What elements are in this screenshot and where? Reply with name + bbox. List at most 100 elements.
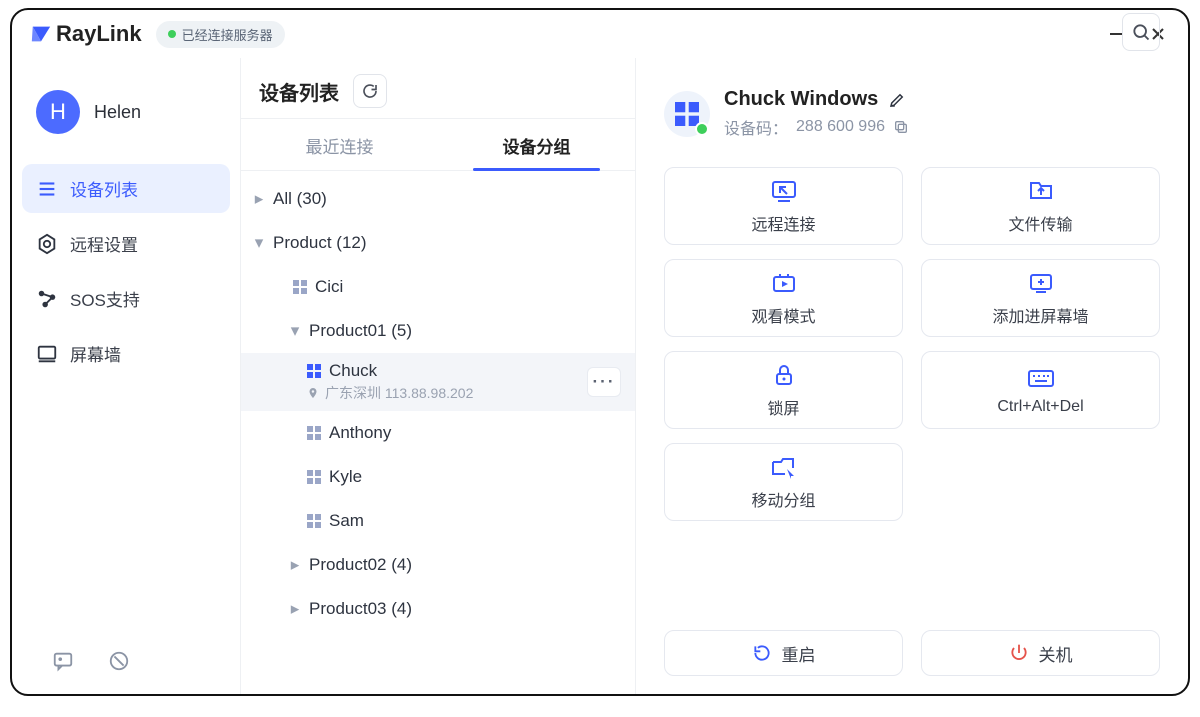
action-label: 观看模式	[751, 303, 815, 327]
tab-recent[interactable]: 最近连接	[241, 119, 438, 170]
windows-icon	[293, 280, 307, 294]
device-list-tabs: 最近连接 设备分组	[241, 119, 635, 171]
move-group-icon	[769, 454, 799, 480]
action-label: 锁屏	[767, 395, 799, 419]
device-list-panel: 设备列表 最近连接 设备分组 ▸ All (30) ▾ Product (	[240, 58, 636, 694]
list-icon	[36, 178, 58, 200]
gear-icon	[36, 233, 58, 255]
feedback-button[interactable]	[52, 650, 74, 672]
tree-group-product03[interactable]: ▸ Product03 (4)	[241, 587, 635, 631]
sidebar-item-label: SOS支持	[70, 286, 140, 311]
tree-label: Product (12)	[273, 233, 367, 253]
status-dot-icon	[168, 30, 176, 38]
tree-label: All (30)	[273, 189, 327, 209]
connection-status-pill: 已经连接服务器	[156, 21, 285, 48]
tree-label: Product01 (5)	[309, 321, 412, 341]
add-screenwall-icon	[1027, 270, 1055, 296]
sidebar-nav: 设备列表 远程设置 SOS支持	[22, 164, 230, 378]
chevron-down-icon: ▾	[287, 321, 303, 341]
tree-label: Product03 (4)	[309, 599, 412, 619]
tree-group-product[interactable]: ▾ Product (12)	[241, 221, 635, 265]
user-profile[interactable]: H Helen	[22, 68, 230, 154]
sidebar-item-label: 设备列表	[70, 176, 138, 201]
actions-row-2: 移动分组	[664, 443, 1160, 521]
tree-label: Product02 (4)	[309, 555, 412, 575]
action-add-to-screenwall[interactable]: 添加进屏幕墙	[921, 259, 1160, 337]
shutdown-label: 关机	[1039, 641, 1073, 666]
device-item-sam[interactable]: Sam	[241, 499, 635, 543]
chevron-down-icon: ▾	[251, 233, 267, 253]
device-id-label: 设备码：	[724, 115, 788, 139]
device-item-chuck[interactable]: Chuck 广东深圳 113.88.98.202 ···	[241, 353, 635, 411]
action-lock-screen[interactable]: 锁屏	[664, 351, 903, 429]
windows-icon	[675, 102, 699, 126]
logo-mark-icon	[30, 23, 52, 45]
sidebar-item-sos[interactable]: SOS支持	[22, 274, 230, 323]
connection-status-text: 已经连接服务器	[182, 25, 273, 44]
device-os-badge	[664, 91, 710, 137]
device-item-cici[interactable]: Cici	[241, 265, 635, 309]
tree-group-all[interactable]: ▸ All (30)	[241, 177, 635, 221]
network-icon	[36, 288, 58, 310]
action-ctrl-alt-del[interactable]: Ctrl+Alt+Del	[921, 351, 1160, 429]
help-button[interactable]	[108, 650, 130, 672]
lock-icon	[771, 362, 797, 388]
chevron-right-icon: ▸	[251, 189, 267, 209]
keyboard-icon	[1026, 365, 1056, 391]
sidebar-item-label: 远程设置	[70, 231, 138, 256]
device-id-value: 288 600 996	[796, 118, 885, 136]
sidebar-item-devices[interactable]: 设备列表	[22, 164, 230, 213]
device-item-kyle[interactable]: Kyle	[241, 455, 635, 499]
device-tree: ▸ All (30) ▾ Product (12) Cici	[241, 171, 635, 637]
sidebar-item-remote-settings[interactable]: 远程设置	[22, 219, 230, 268]
device-location-ip: 广东深圳 113.88.98.202	[325, 383, 473, 403]
tree-group-product02[interactable]: ▸ Product02 (4)	[241, 543, 635, 587]
device-label: Sam	[329, 511, 364, 531]
action-file-transfer[interactable]: 文件传输	[921, 167, 1160, 245]
device-more-button[interactable]: ···	[587, 367, 621, 397]
app-name: RayLink	[56, 21, 142, 47]
chevron-right-icon: ▸	[287, 555, 303, 575]
online-status-dot-icon	[695, 122, 709, 136]
tree-group-product01[interactable]: ▾ Product01 (5)	[241, 309, 635, 353]
action-label: 添加进屏幕墙	[992, 303, 1088, 327]
device-label: Cici	[315, 277, 343, 297]
shutdown-button[interactable]: 关机	[921, 630, 1160, 676]
windows-icon	[307, 364, 321, 378]
view-mode-icon	[770, 270, 798, 296]
user-name: Helen	[94, 102, 141, 123]
actions-grid: 远程连接 文件传输 观看模式 添加进屏幕墙 锁屏	[664, 167, 1160, 429]
restart-button[interactable]: 重启	[664, 630, 903, 676]
action-move-group[interactable]: 移动分组	[664, 443, 903, 521]
action-label: 远程连接	[751, 211, 815, 235]
action-view-mode[interactable]: 观看模式	[664, 259, 903, 337]
action-label: 移动分组	[751, 487, 815, 511]
file-transfer-icon	[1027, 178, 1055, 204]
search-button[interactable]	[1122, 13, 1160, 51]
sidebar-item-label: 屏幕墙	[70, 341, 121, 366]
device-label: Chuck	[329, 361, 377, 381]
device-item-anthony[interactable]: Anthony	[241, 411, 635, 455]
device-detail-title: Chuck Windows	[724, 88, 878, 111]
tab-groups[interactable]: 设备分组	[438, 119, 635, 170]
tab-label: 最近连接	[306, 138, 374, 157]
avatar-initial: H	[50, 99, 66, 125]
remote-connect-icon	[770, 178, 798, 204]
app-window: RayLink 已经连接服务器 H Helen	[10, 8, 1190, 696]
action-remote-connect[interactable]: 远程连接	[664, 167, 903, 245]
device-tree-scroll[interactable]: ▸ All (30) ▾ Product (12) Cici	[241, 171, 635, 694]
device-list-title: 设备列表	[259, 77, 339, 106]
sidebar: H Helen 设备列表 远程设置	[12, 58, 240, 694]
power-actions: 重启 关机	[664, 630, 1160, 680]
device-detail-panel: Chuck Windows 设备码： 288 600 996	[636, 58, 1188, 694]
titlebar: RayLink 已经连接服务器	[12, 10, 1188, 58]
action-label: 文件传输	[1008, 211, 1072, 235]
restart-label: 重启	[782, 641, 816, 666]
windows-icon	[307, 514, 321, 528]
copy-id-button[interactable]	[893, 119, 909, 135]
sidebar-item-screenwall[interactable]: 屏幕墙	[22, 329, 230, 378]
refresh-button[interactable]	[353, 74, 387, 108]
device-list-header: 设备列表	[241, 58, 635, 119]
edit-name-button[interactable]	[888, 91, 906, 109]
device-detail-titleblock: Chuck Windows 设备码： 288 600 996	[724, 88, 909, 139]
